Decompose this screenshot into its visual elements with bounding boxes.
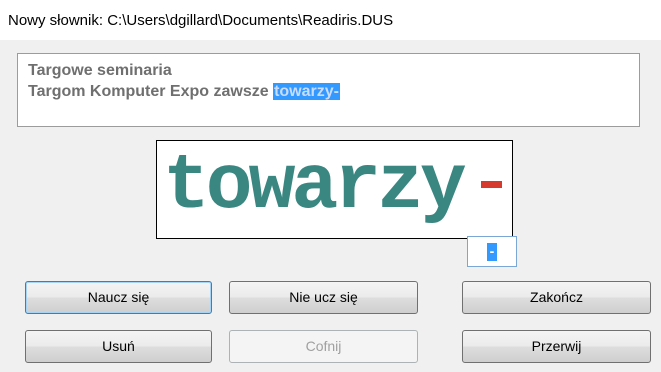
preview-hyphen-mark — [481, 181, 502, 188]
character-input[interactable]: - — [467, 236, 517, 267]
context-line-2-text: Targom Komputer Expo zawsze — [28, 83, 274, 100]
word-image-preview: towarzy — [156, 140, 513, 239]
window-title: Nowy słownik: C:\Users\dgillard\Document… — [8, 12, 394, 29]
finish-button[interactable]: Zakończ — [462, 281, 651, 314]
context-line-1: Targowe seminaria — [28, 62, 172, 79]
abort-button[interactable]: Przerwij — [462, 330, 651, 363]
delete-button[interactable]: Usuń — [25, 330, 212, 363]
context-text-box[interactable]: Targowe seminaria Targom Komputer Expo z… — [17, 53, 640, 127]
do-not-learn-button[interactable]: Nie ucz się — [229, 281, 418, 314]
character-input-value: - — [487, 243, 497, 261]
title-bar: Nowy słownik: C:\Users\dgillard\Document… — [0, 0, 661, 40]
context-line-2: Targom Komputer Expo zawsze towarzy- — [28, 83, 340, 101]
undo-button: Cofnij — [229, 330, 418, 363]
preview-word: towarzy — [163, 143, 467, 231]
selected-word: towarzy- — [273, 83, 340, 100]
learn-button[interactable]: Naucz się — [25, 281, 212, 314]
